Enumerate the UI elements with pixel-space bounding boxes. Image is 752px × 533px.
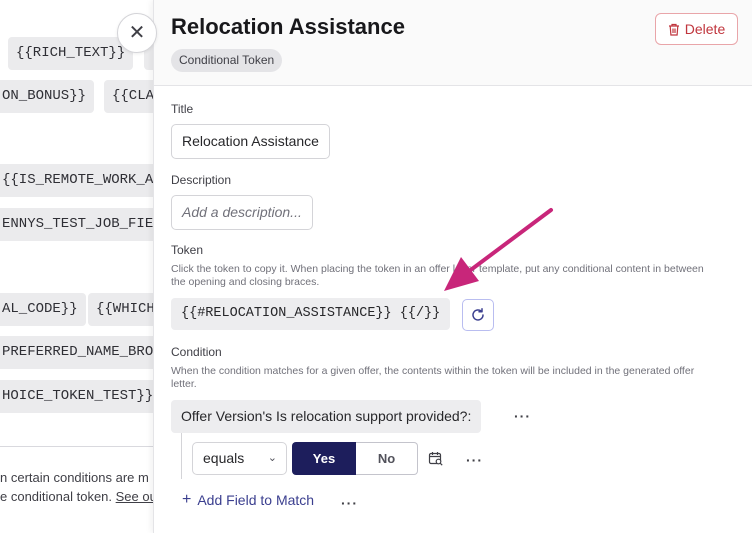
- more-icon[interactable]: ···: [466, 453, 483, 467]
- title-label: Title: [171, 102, 194, 116]
- footer-text: n certain conditions are m: [0, 470, 149, 485]
- drawer-header: Relocation Assistance Conditional Token …: [154, 0, 752, 86]
- footer-text: e conditional token. See ou: [0, 489, 157, 504]
- divider: [0, 446, 160, 447]
- plus-icon: +: [182, 491, 192, 508]
- footer-link[interactable]: See ou: [116, 489, 157, 504]
- operator-select[interactable]: equals ⌄: [192, 442, 287, 475]
- close-button[interactable]: ✕: [117, 13, 157, 53]
- yes-no-toggle: Yes No: [292, 442, 418, 475]
- add-field-button[interactable]: + Add Field to Match: [182, 491, 315, 509]
- token-chip[interactable]: {{WHICH: [88, 293, 160, 326]
- condition-help-text: letter.: [171, 378, 197, 390]
- add-field-label: Add Field to Match: [197, 492, 315, 508]
- description-label: Description: [171, 173, 232, 187]
- token-help-text: the opening and closing braces.: [171, 276, 320, 288]
- operator-value: equals: [203, 450, 245, 466]
- token-drawer: Relocation Assistance Conditional Token …: [153, 0, 752, 533]
- no-option[interactable]: No: [356, 442, 418, 475]
- chevron-down-icon: ⌄: [267, 452, 277, 464]
- token-label: Token: [171, 243, 204, 257]
- delete-button[interactable]: Delete: [655, 13, 738, 45]
- token-chip[interactable]: AL_CODE}}: [0, 293, 86, 326]
- condition-label: Condition: [171, 345, 222, 359]
- refresh-icon: [472, 308, 484, 321]
- token-help-text: Click the token to copy it. When placing…: [171, 263, 704, 275]
- close-icon: ✕: [128, 22, 146, 44]
- token-chip[interactable]: PREFERRED_NAME_BROC: [0, 336, 160, 369]
- yes-option[interactable]: Yes: [292, 442, 356, 475]
- more-icon[interactable]: ···: [514, 409, 531, 423]
- trash-icon: [668, 23, 679, 36]
- token-chip[interactable]: ON_BONUS}}: [0, 80, 95, 113]
- condition-help-text: When the condition matches for a given o…: [171, 365, 695, 377]
- token-chip[interactable]: HOICE_TOKEN_TEST}}: [0, 380, 160, 413]
- page-title: Relocation Assistance: [171, 14, 405, 39]
- token-copy-box[interactable]: {{#RELOCATION_ASSISTANCE}} {{/}}: [171, 298, 451, 330]
- calendar-search-icon[interactable]: [428, 451, 444, 467]
- condition-tree-line: [181, 433, 182, 479]
- refresh-token-button[interactable]: [462, 299, 494, 331]
- token-chip[interactable]: {{IS_REMOTE_WORK_AN: [0, 164, 160, 197]
- delete-label: Delete: [684, 21, 726, 37]
- description-input[interactable]: Add a description...: [171, 195, 313, 230]
- background-page: {{RICH_TEXT}} ON_BONUS}} {{CLA {{IS_REMO…: [0, 0, 160, 533]
- title-input[interactable]: Relocation Assistance: [171, 124, 330, 159]
- token-chip[interactable]: {{CLA: [104, 80, 160, 113]
- condition-field[interactable]: Offer Version's Is relocation support pr…: [171, 400, 482, 433]
- more-icon[interactable]: ···: [341, 496, 358, 510]
- token-chip[interactable]: {{RICH_TEXT}}: [8, 37, 134, 70]
- token-type-badge: Conditional Token: [171, 49, 283, 72]
- token-chip[interactable]: ENNYS_TEST_JOB_FIEL: [0, 208, 160, 241]
